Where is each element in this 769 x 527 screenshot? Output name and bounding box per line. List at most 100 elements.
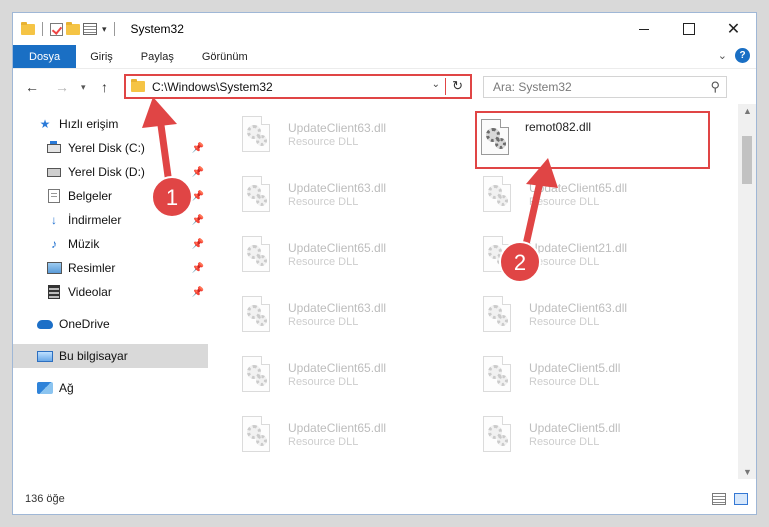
file-name: UpdateClient65.dll [288, 361, 387, 375]
drive-icon [46, 140, 62, 155]
file-name: UpdateClient65.dll [288, 421, 387, 435]
file-type: Resource DLL [529, 196, 600, 208]
address-path[interactable]: C:\Windows\System32 [152, 80, 273, 94]
file-item[interactable]: UpdateClient5.dll Resource DLL [475, 409, 711, 467]
file-name: UpdateClient63.dll [529, 301, 628, 315]
sidebar-item-label: Belgeler [68, 189, 113, 203]
sidebar-item-disk-c[interactable]: Yerel Disk (C:) 📌 [13, 136, 208, 160]
pin-icon: 📌 [191, 166, 204, 178]
cloud-icon [37, 317, 53, 331]
sidebar-item-label: OneDrive [59, 317, 110, 331]
file-item[interactable]: UpdateClient63.dll Resource DLL [475, 289, 711, 347]
sidebar-item-videos[interactable]: Videolar 📌 [13, 280, 208, 304]
new-folder-icon[interactable] [66, 21, 80, 35]
file-item[interactable]: UpdateClient21.dll Resource DLL [475, 229, 711, 287]
navigation-pane: ★ Hızlı erişim Yerel Disk (C:) 📌 Yerel D… [13, 109, 208, 479]
ribbon-tabs: Dosya Giriş Paylaş Görünüm ⌄ ? [13, 45, 756, 69]
download-icon: ↓ [51, 213, 57, 227]
tab-home[interactable]: Giriş [76, 45, 127, 68]
sidebar-item-label: Videolar [68, 285, 112, 299]
star-icon: ★ [39, 117, 51, 131]
tiles-view-icon[interactable] [734, 493, 748, 505]
dll-file-icon [481, 119, 515, 161]
search-placeholder: Ara: System32 [493, 80, 572, 94]
file-item-remot082[interactable]: remot082.dll [475, 111, 710, 169]
sidebar-item-documents[interactable]: Belgeler 📌 [13, 184, 208, 208]
file-item[interactable]: UpdateClient63.dll Resource DLL [234, 109, 470, 167]
file-name: UpdateClient5.dll [529, 361, 621, 375]
toolbar-separator [113, 22, 115, 36]
file-item[interactable]: UpdateClient5.dll Resource DLL [475, 349, 711, 407]
file-name: UpdateClient21.dll [529, 241, 628, 255]
up-button[interactable]: ↑ [101, 79, 108, 95]
pin-icon: 📌 [191, 214, 204, 226]
sidebar-item-label: Ağ [59, 381, 74, 395]
sidebar-item-this-pc[interactable]: Bu bilgisayar [13, 344, 208, 368]
properties-check-icon[interactable] [50, 22, 63, 36]
search-icon[interactable]: ⚲ [710, 79, 720, 95]
sidebar-item-onedrive[interactable]: OneDrive [13, 312, 208, 336]
quick-access-toolbar: ▾ [21, 21, 119, 36]
help-icon[interactable]: ? [735, 48, 750, 63]
sidebar-item-label: Bu bilgisayar [59, 349, 128, 363]
file-name: UpdateClient63.dll [288, 181, 387, 195]
tab-view[interactable]: Görünüm [188, 45, 262, 68]
network-icon [37, 381, 53, 395]
pin-icon: 📌 [191, 142, 204, 154]
file-type: Resource DLL [529, 376, 600, 388]
recent-locations-icon[interactable]: ▾ [81, 82, 86, 93]
file-item[interactable]: UpdateClient65.dll Resource DLL [234, 349, 470, 407]
address-row: ← → ▾ ↑ C:\Windows\System32 ⌄ ↻ Ara: Sys… [13, 71, 756, 103]
scroll-thumb[interactable] [742, 136, 752, 184]
close-button[interactable]: ✕ [711, 13, 756, 45]
dll-file-icon [242, 416, 276, 458]
sidebar-item-quick-access[interactable]: ★ Hızlı erişim [13, 112, 208, 136]
file-item[interactable]: UpdateClient63.dll Resource DLL [234, 289, 470, 347]
sidebar-item-label: Yerel Disk (D:) [68, 165, 145, 179]
forward-button[interactable]: → [55, 79, 69, 95]
dll-file-icon [483, 296, 517, 338]
sidebar-item-label: İndirmeler [68, 213, 122, 227]
window-controls: ✕ [621, 13, 756, 45]
minimize-button[interactable] [621, 13, 666, 45]
sidebar-item-pictures[interactable]: Resimler 📌 [13, 256, 208, 280]
computer-icon [37, 349, 53, 363]
refresh-icon[interactable]: ↻ [452, 78, 463, 94]
scroll-down-icon[interactable]: ▼ [743, 467, 752, 477]
maximize-button[interactable] [666, 13, 711, 45]
sidebar-item-music[interactable]: ♪ Müzik 📌 [13, 232, 208, 256]
pin-icon: 📌 [191, 262, 204, 274]
sidebar-item-disk-d[interactable]: Yerel Disk (D:) 📌 [13, 160, 208, 184]
folder-icon [131, 79, 145, 92]
expand-ribbon-icon[interactable]: ⌄ [718, 49, 727, 62]
file-list: UpdateClient63.dll Resource DLL UpdateCl… [220, 109, 723, 479]
dll-file-icon [483, 416, 517, 458]
pin-icon: 📌 [191, 286, 204, 298]
list-properties-icon[interactable] [83, 23, 97, 35]
file-item[interactable]: UpdateClient63.dll Resource DLL [234, 169, 470, 227]
file-item[interactable]: UpdateClient65.dll Resource DLL [475, 169, 711, 227]
pin-icon: 📌 [191, 238, 204, 250]
address-bar[interactable]: C:\Windows\System32 ⌄ ↻ [124, 74, 472, 99]
file-item[interactable]: UpdateClient65.dll Resource DLL [234, 409, 470, 467]
title-bar: ▾ System32 ✕ [13, 13, 756, 45]
explorer-window: ▾ System32 ✕ Dosya Giriş Paylaş Görünüm … [12, 12, 757, 515]
scroll-up-icon[interactable]: ▲ [743, 106, 752, 116]
file-item[interactable]: UpdateClient65.dll Resource DLL [234, 229, 470, 287]
file-type: Resource DLL [288, 256, 359, 268]
videos-icon [46, 285, 62, 299]
search-input[interactable]: Ara: System32 ⚲ [483, 76, 727, 98]
documents-icon [46, 189, 62, 203]
file-type: Resource DLL [288, 376, 359, 388]
sidebar-item-downloads[interactable]: ↓ İndirmeler 📌 [13, 208, 208, 232]
vertical-scrollbar[interactable]: ▲ ▼ [738, 104, 756, 479]
tab-file[interactable]: Dosya [13, 45, 77, 68]
details-view-icon[interactable] [712, 493, 726, 505]
back-button[interactable]: ← [25, 79, 39, 95]
customize-toolbar-icon[interactable]: ▾ [102, 24, 107, 35]
tab-share[interactable]: Paylaş [127, 45, 188, 68]
pictures-icon [46, 261, 62, 275]
dll-file-icon [483, 236, 517, 278]
sidebar-item-network[interactable]: Ağ [13, 376, 208, 400]
address-dropdown-icon[interactable]: ⌄ [432, 79, 440, 90]
